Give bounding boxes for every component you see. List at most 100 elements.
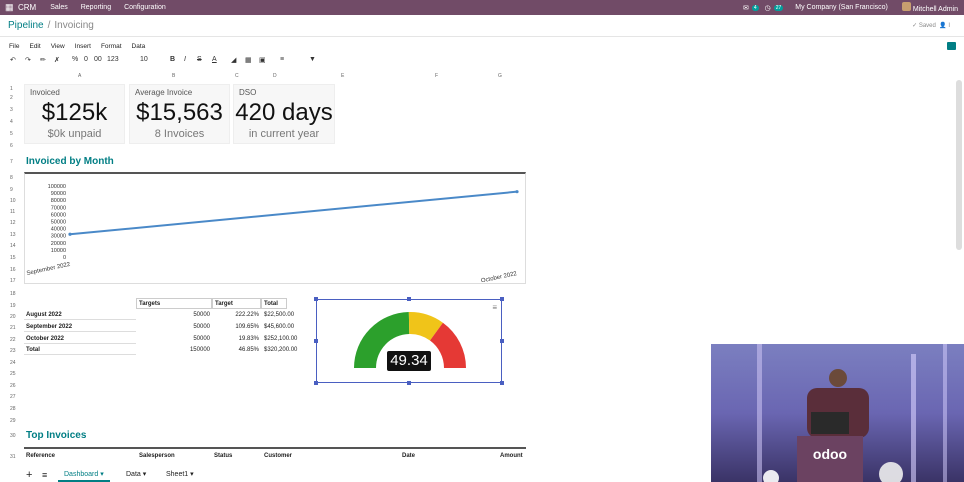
row-header[interactable]: 9 bbox=[10, 187, 13, 193]
sheet-tab-data[interactable]: Data ▾ bbox=[126, 470, 146, 478]
company-switcher[interactable]: My Company (San Francisco) bbox=[795, 4, 888, 11]
table-cell[interactable]: 150000 bbox=[136, 346, 212, 354]
row-header[interactable]: 31 bbox=[10, 454, 16, 460]
col-header-b[interactable]: B bbox=[172, 73, 175, 79]
row-header[interactable]: 17 bbox=[10, 278, 16, 284]
menu-edit[interactable]: Edit bbox=[29, 43, 40, 50]
column-salesperson[interactable]: Salesperson bbox=[139, 453, 175, 459]
resize-handle[interactable] bbox=[500, 381, 504, 385]
column-date[interactable]: Date bbox=[402, 453, 415, 459]
clear-format-icon[interactable]: ✗ bbox=[54, 56, 60, 64]
increase-decimal-button[interactable]: 00 bbox=[94, 56, 102, 63]
menu-configuration[interactable]: Configuration bbox=[124, 4, 166, 11]
col-header-d[interactable]: D bbox=[273, 73, 277, 79]
strikethrough-icon[interactable]: S bbox=[197, 56, 202, 63]
table-cell[interactable]: $45,600.00 bbox=[262, 323, 296, 331]
menu-insert[interactable]: Insert bbox=[75, 43, 91, 50]
row-header[interactable]: 12 bbox=[10, 220, 16, 226]
line-chart-container[interactable]: 100000 90000 80000 70000 60000 50000 40000 3000… bbox=[24, 172, 526, 285]
menu-format[interactable]: Format bbox=[101, 43, 122, 50]
redo-icon[interactable]: ↷ bbox=[25, 56, 31, 64]
align-icon[interactable]: ≡ bbox=[280, 56, 284, 63]
table-cell[interactable]: 222.22% bbox=[212, 311, 261, 319]
table-cell[interactable]: 109.65% bbox=[212, 323, 261, 331]
col-header-f[interactable]: F bbox=[435, 73, 438, 79]
row-header[interactable]: 10 bbox=[10, 198, 16, 204]
row-header[interactable]: 30 bbox=[10, 433, 16, 439]
scorecard-dso[interactable]: DSO 420 days in current year bbox=[233, 84, 335, 144]
table-cell[interactable]: 50000 bbox=[136, 323, 212, 331]
menu-view[interactable]: View bbox=[51, 43, 65, 50]
scorecard-invoiced[interactable]: Invoiced $125k $0k unpaid bbox=[24, 84, 125, 144]
menu-reporting[interactable]: Reporting bbox=[81, 4, 111, 11]
table-cell[interactable]: 50000 bbox=[136, 335, 212, 343]
table-row-label[interactable]: Total bbox=[24, 346, 136, 355]
row-header[interactable]: 28 bbox=[10, 406, 16, 412]
sheet-list-icon[interactable]: ≡ bbox=[42, 470, 47, 480]
row-header[interactable]: 16 bbox=[10, 267, 16, 273]
resize-handle[interactable] bbox=[314, 297, 318, 301]
column-customer[interactable]: Customer bbox=[264, 453, 292, 459]
menu-file[interactable]: File bbox=[9, 43, 19, 50]
table-cell[interactable]: 19.83% bbox=[212, 335, 261, 343]
row-header[interactable]: 19 bbox=[10, 303, 16, 309]
row-header[interactable]: 2 bbox=[10, 95, 13, 101]
decrease-decimal-button[interactable]: 0 bbox=[84, 56, 88, 63]
resize-handle[interactable] bbox=[500, 339, 504, 343]
row-header[interactable]: 14 bbox=[10, 243, 16, 249]
table-header[interactable]: Targets bbox=[136, 298, 212, 309]
col-header-c[interactable]: C bbox=[235, 73, 239, 79]
table-cell[interactable]: 46.85% bbox=[212, 346, 261, 354]
chart-menu-icon[interactable]: ≡ bbox=[492, 303, 497, 312]
row-header[interactable]: 29 bbox=[10, 418, 16, 424]
number-format-dropdown[interactable]: 123 bbox=[107, 56, 119, 63]
merge-cells-icon[interactable]: ▣ bbox=[259, 56, 266, 64]
borders-icon[interactable]: ▦ bbox=[245, 56, 252, 64]
row-header[interactable]: 26 bbox=[10, 383, 16, 389]
app-name[interactable]: CRM bbox=[18, 3, 36, 12]
table-header[interactable]: Total bbox=[261, 298, 287, 309]
breadcrumb-pipeline[interactable]: Pipeline bbox=[8, 20, 44, 31]
resize-handle[interactable] bbox=[500, 297, 504, 301]
resize-handle[interactable] bbox=[314, 381, 318, 385]
table-cell[interactable]: $320,200.00 bbox=[262, 346, 299, 354]
row-header[interactable]: 27 bbox=[10, 394, 16, 400]
row-header[interactable]: 20 bbox=[10, 314, 16, 320]
column-amount[interactable]: Amount bbox=[500, 453, 523, 459]
scorecard-average-invoice[interactable]: Average Invoice $15,563 8 Invoices bbox=[129, 84, 230, 144]
activity-icon[interactable]: ◷ bbox=[765, 4, 771, 12]
font-size-dropdown[interactable]: 10 bbox=[140, 56, 148, 63]
row-header[interactable]: 5 bbox=[10, 131, 13, 137]
row-header[interactable]: 23 bbox=[10, 348, 16, 354]
resize-handle[interactable] bbox=[407, 297, 411, 301]
data-sources-icon[interactable] bbox=[947, 42, 956, 50]
sheet-tab-dashboard[interactable]: Dashboard ▾ bbox=[58, 468, 110, 482]
col-header-a[interactable]: A bbox=[78, 73, 81, 79]
row-header[interactable]: 25 bbox=[10, 371, 16, 377]
table-row-label[interactable]: September 2022 bbox=[24, 323, 136, 332]
app-menu-icon[interactable]: ▦ bbox=[5, 2, 15, 13]
row-header[interactable]: 21 bbox=[10, 325, 16, 331]
vertical-scrollbar[interactable] bbox=[956, 80, 962, 250]
add-sheet-icon[interactable]: + bbox=[26, 469, 32, 481]
row-header[interactable]: 18 bbox=[10, 291, 16, 297]
table-cell[interactable]: $22,500.00 bbox=[262, 311, 296, 319]
table-header[interactable]: Target bbox=[212, 298, 261, 309]
table-cell[interactable]: 50000 bbox=[136, 311, 212, 319]
row-header[interactable]: 6 bbox=[10, 143, 13, 149]
row-header[interactable]: 11 bbox=[10, 209, 15, 215]
chat-icon[interactable]: ✉ bbox=[743, 4, 749, 12]
row-header[interactable]: 7 bbox=[10, 159, 13, 165]
row-header[interactable]: 13 bbox=[10, 232, 16, 238]
menu-data[interactable]: Data bbox=[132, 43, 146, 50]
fill-color-icon[interactable]: ◢ bbox=[231, 56, 236, 64]
row-header[interactable]: 8 bbox=[10, 175, 13, 181]
column-status[interactable]: Status bbox=[214, 453, 232, 459]
bold-icon[interactable]: B bbox=[170, 56, 175, 63]
row-header[interactable]: 4 bbox=[10, 119, 13, 125]
col-header-g[interactable]: G bbox=[498, 73, 502, 79]
sheet-tab-sheet1[interactable]: Sheet1 ▾ bbox=[166, 470, 194, 478]
table-cell[interactable]: $252,100.00 bbox=[262, 335, 299, 343]
menu-sales[interactable]: Sales bbox=[50, 4, 68, 11]
row-header[interactable]: 1 bbox=[10, 86, 13, 92]
